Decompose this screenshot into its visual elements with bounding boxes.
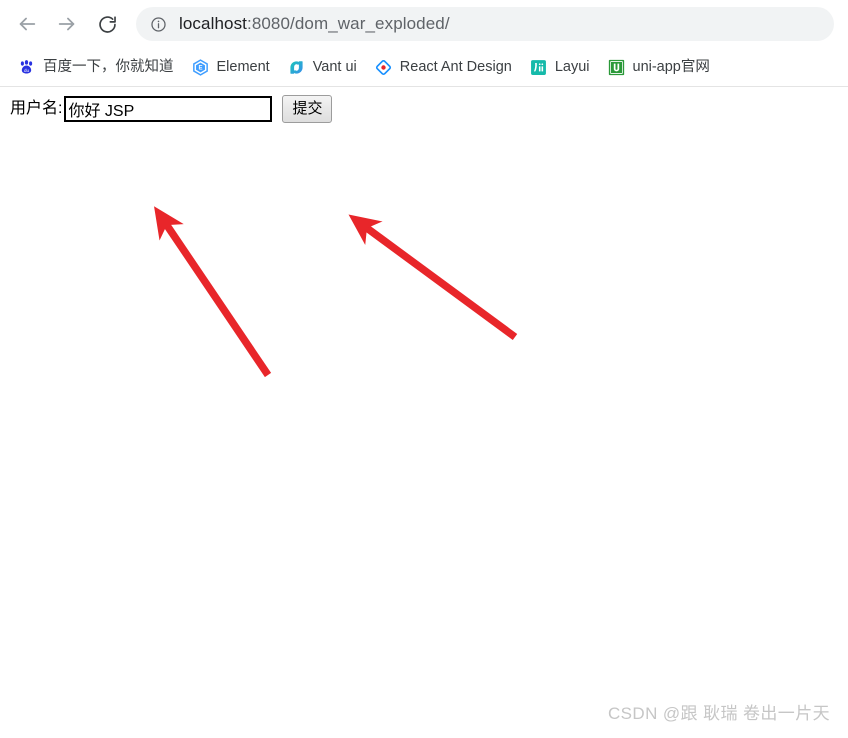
ant-design-diamond-icon: [375, 59, 392, 76]
browser-chrome: localhost:8080/dom_war_exploded/ du 百度一下…: [0, 0, 848, 87]
info-circle-icon[interactable]: [150, 16, 167, 33]
csdn-watermark: CSDN @跟 耿瑞 卷出一片天: [608, 704, 830, 723]
svg-text:du: du: [24, 67, 30, 72]
bookmark-label: 百度一下，你就知道: [43, 58, 174, 75]
bookmark-uni-app[interactable]: uni-app官网: [602, 53, 716, 81]
url-host: localhost: [179, 14, 247, 33]
bookmark-label: uni-app官网: [632, 58, 710, 75]
baidu-paw-icon: du: [18, 59, 35, 76]
arrow-right-icon: [56, 13, 78, 35]
arrow-to-input: [154, 206, 272, 378]
address-bar-url: localhost:8080/dom_war_exploded/: [179, 14, 450, 34]
username-label: 用户名:: [10, 100, 63, 117]
reload-button[interactable]: [90, 7, 124, 41]
address-bar[interactable]: localhost:8080/dom_war_exploded/: [136, 7, 834, 41]
forward-button[interactable]: [50, 7, 84, 41]
page-viewport: 用户名: 提交 CSDN @跟 耿瑞 卷出一片天: [0, 87, 848, 736]
bookmarks-bar: du 百度一下，你就知道 E Element Vant ui React Ant…: [0, 48, 848, 87]
arrow-left-icon: [16, 13, 38, 35]
bookmark-baidu[interactable]: du 百度一下，你就知道: [12, 53, 180, 81]
arrow-to-submit-button: [348, 214, 518, 341]
back-button[interactable]: [10, 7, 44, 41]
uniapp-square-icon: [608, 59, 625, 76]
annotation-arrows-layer: [154, 206, 518, 378]
url-path: :8080/dom_war_exploded/: [247, 14, 450, 33]
submit-button[interactable]: 提交: [282, 95, 333, 123]
vant-icon: [288, 59, 305, 76]
bookmark-layui[interactable]: Layui: [524, 53, 596, 81]
bookmark-vant-ui[interactable]: Vant ui: [282, 53, 363, 81]
bookmark-label: Layui: [554, 58, 590, 75]
username-form: 用户名: 提交: [10, 95, 333, 123]
bookmark-label: Element: [216, 58, 270, 75]
reload-icon: [97, 14, 118, 35]
bookmark-label: React Ant Design: [399, 58, 512, 75]
layui-square-icon: [530, 59, 547, 76]
svg-text:E: E: [198, 64, 202, 71]
bookmark-react-ant-design[interactable]: React Ant Design: [369, 53, 518, 81]
element-hexagon-icon: E: [192, 58, 209, 76]
bookmark-element[interactable]: E Element: [186, 53, 276, 81]
bookmark-label: Vant ui: [312, 58, 357, 75]
username-input[interactable]: [64, 96, 273, 122]
browser-navigation-bar: localhost:8080/dom_war_exploded/: [0, 0, 848, 48]
